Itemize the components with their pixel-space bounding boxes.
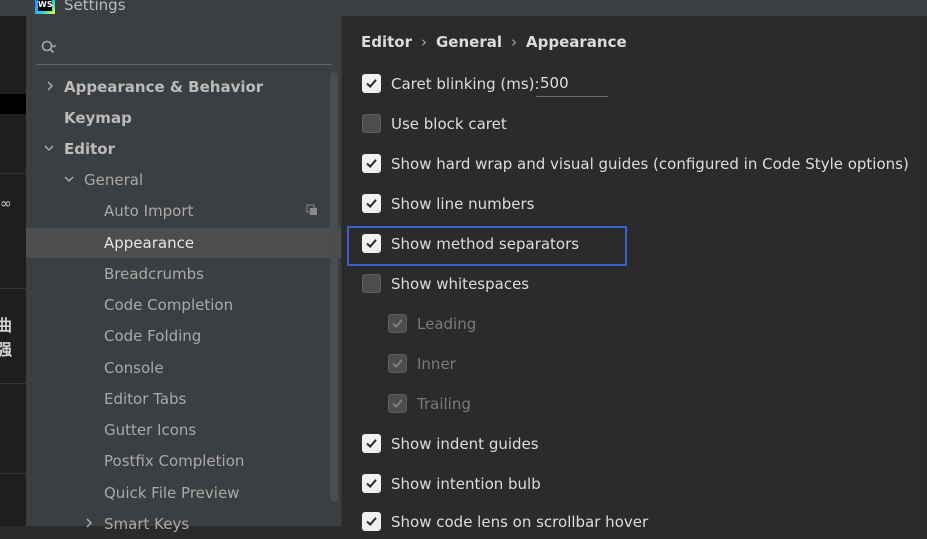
block-caret-label: Use block caret <box>391 115 507 133</box>
tree-item-breadcrumbs[interactable]: Breadcrumbs <box>26 259 341 289</box>
leading-label: Leading <box>417 315 477 333</box>
search-icon[interactable] <box>40 39 58 57</box>
background-glyph: ∞ <box>0 196 12 212</box>
leading-checkbox[interactable] <box>388 314 407 333</box>
chevron-right-icon[interactable] <box>84 518 94 528</box>
whitespaces-label: Show whitespaces <box>391 275 530 293</box>
checkmark-icon <box>392 359 403 368</box>
webstorm-logo-icon: WS <box>35 0 55 14</box>
tree-item-label: Editor Tabs <box>104 390 187 408</box>
checkmark-icon <box>392 319 403 328</box>
tree-item-label: Postfix Completion <box>104 452 245 470</box>
settings-sidebar: Appearance & Behavior Keymap Editor Gene… <box>26 16 341 533</box>
indent-guides-label: Show indent guides <box>391 435 539 453</box>
chevron-down-icon[interactable] <box>64 174 74 184</box>
tree-item-label: Appearance <box>104 234 195 252</box>
settings-content: Editor › General › Appearance Caret blinking… <box>342 16 927 531</box>
tree-item-editor[interactable]: Editor <box>26 134 341 164</box>
tree-item-label: Code Completion <box>104 296 234 314</box>
code-lens-label: Show code lens on scrollbar hover <box>391 513 649 531</box>
tree-item-label: Appearance & Behavior <box>64 78 264 96</box>
tree-item-console[interactable]: Console <box>26 353 341 383</box>
breadcrumb-separator: › <box>421 33 427 51</box>
hard-wrap-checkbox[interactable] <box>362 154 381 173</box>
background-divider <box>0 473 26 474</box>
tree-item-general[interactable]: General <box>26 165 341 195</box>
tree-item-appearance[interactable]: Appearance <box>26 228 341 258</box>
trailing-checkbox[interactable] <box>388 394 407 413</box>
checkmark-icon <box>366 199 377 208</box>
caret-blinking-checkbox[interactable] <box>362 74 381 93</box>
method-separators-checkbox[interactable] <box>362 234 381 253</box>
background-band <box>0 94 26 114</box>
background-divider <box>0 383 26 384</box>
whitespaces-checkbox[interactable] <box>362 274 381 293</box>
logo-text: WS <box>38 0 53 11</box>
checkmark-icon <box>366 439 377 448</box>
line-numbers-checkbox[interactable] <box>362 194 381 213</box>
breadcrumb-item: Appearance <box>526 33 627 51</box>
breadcrumb-separator: › <box>511 33 517 51</box>
tree-item-postfix-completion[interactable]: Postfix Completion <box>26 446 341 476</box>
tree-item-code-completion[interactable]: Code Completion <box>26 290 341 320</box>
tree-item-gutter-icons[interactable]: Gutter Icons <box>26 415 341 445</box>
chevron-down-icon[interactable] <box>44 143 54 153</box>
tree-item-appearance-behavior[interactable]: Appearance & Behavior <box>26 72 341 102</box>
block-caret-checkbox[interactable] <box>362 114 381 133</box>
checkmark-icon <box>366 517 377 526</box>
hard-wrap-label: Show hard wrap and visual guides (config… <box>391 155 909 173</box>
caret-blinking-input[interactable] <box>536 70 608 97</box>
breadcrumb: Editor › General › Appearance <box>361 33 627 51</box>
sidebar-scrollbar[interactable] <box>330 72 338 502</box>
tree-item-label: Auto Import <box>104 202 194 220</box>
window-title: Settings <box>64 0 126 14</box>
trailing-label: Trailing <box>417 395 471 413</box>
settings-search-field[interactable] <box>36 34 332 65</box>
intention-bulb-checkbox[interactable] <box>362 474 381 493</box>
tree-item-label: Editor <box>64 140 115 158</box>
tree-item-label: General <box>84 171 144 189</box>
code-lens-checkbox[interactable] <box>362 512 381 531</box>
project-copy-icon <box>306 204 317 215</box>
title-bar: WS Settings <box>0 0 927 16</box>
tree-item-quick-file-preview[interactable]: Quick File Preview <box>26 478 341 508</box>
tree-item-label: Code Folding <box>104 327 202 345</box>
intention-bulb-label: Show intention bulb <box>391 475 541 493</box>
inner-checkbox[interactable] <box>388 354 407 373</box>
method-separators-label: Show method separators <box>391 235 580 253</box>
breadcrumb-item[interactable]: Editor <box>361 33 412 51</box>
background-divider <box>0 173 26 174</box>
tree-item-label: Gutter Icons <box>104 421 197 439</box>
checkmark-icon <box>366 159 377 168</box>
breadcrumb-item[interactable]: General <box>436 33 502 51</box>
tree-item-code-folding[interactable]: Code Folding <box>26 321 341 351</box>
caret-blinking-label: Caret blinking (ms): <box>391 75 540 93</box>
background-divider <box>0 288 26 289</box>
chevron-right-icon[interactable] <box>45 81 55 91</box>
checkmark-icon <box>392 399 403 408</box>
tree-item-label: Console <box>104 359 164 377</box>
tree-item-smart-keys[interactable]: Smart Keys <box>26 509 341 539</box>
inner-label: Inner <box>417 355 456 373</box>
line-numbers-label: Show line numbers <box>391 195 535 213</box>
tree-item-label: Quick File Preview <box>104 484 240 502</box>
tree-item-auto-import[interactable]: Auto Import <box>26 196 341 226</box>
tree-item-label: Keymap <box>64 109 132 127</box>
tree-item-editor-tabs[interactable]: Editor Tabs <box>26 384 341 414</box>
tree-item-keymap[interactable]: Keymap <box>26 103 341 133</box>
tree-item-label: Smart Keys <box>104 515 190 533</box>
background-text: 曲强 <box>0 316 13 359</box>
background-window-strip: ∞ 曲强 <box>0 16 26 526</box>
checkmark-icon <box>366 79 377 88</box>
checkmark-icon <box>366 239 377 248</box>
checkmark-icon <box>366 479 377 488</box>
indent-guides-checkbox[interactable] <box>362 434 381 453</box>
tree-item-label: Breadcrumbs <box>104 265 204 283</box>
